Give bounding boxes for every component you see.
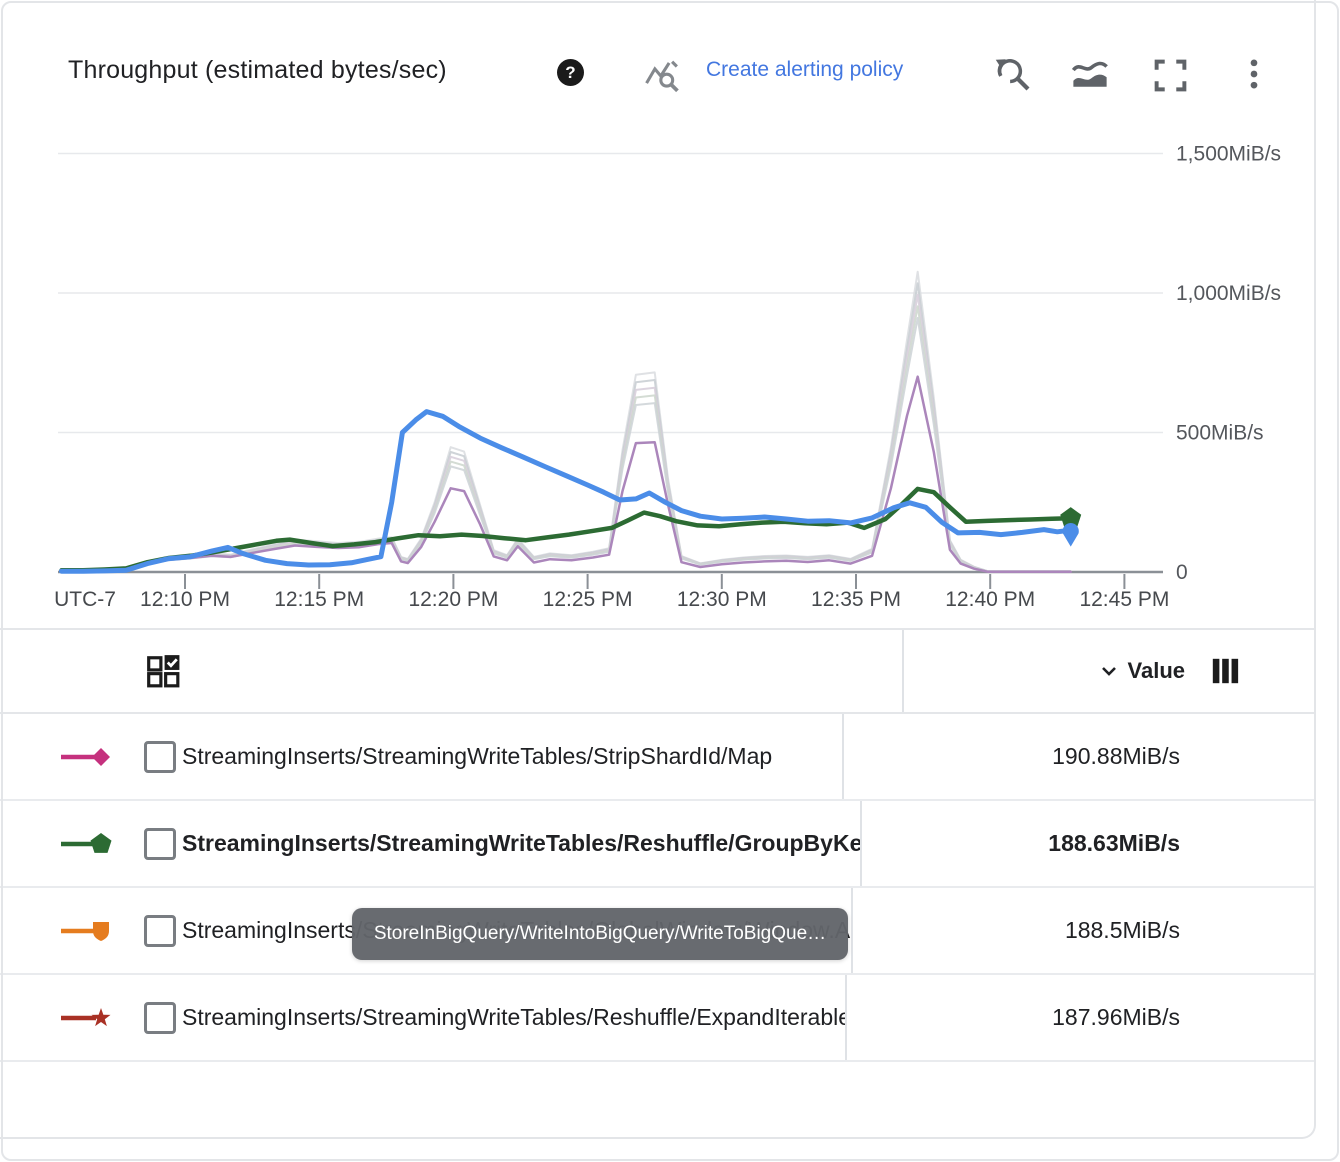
legend-row-value: 190.88MiB/s	[844, 714, 1316, 799]
value-column-header[interactable]: Value	[904, 630, 1316, 712]
legend-row-label: StreamingInserts/StreamingWriteTables/St…	[182, 743, 772, 770]
legend-row-value: 188.5MiB/s	[853, 888, 1316, 973]
x-axis-label: 12:40 PM	[945, 588, 1035, 611]
shield-series-marker	[60, 915, 114, 947]
legend-row[interactable]: StreamingInserts/StreamingWriteTables/Re…	[0, 801, 1316, 888]
x-axis-label: 12:25 PM	[543, 588, 633, 611]
zoom-reset-icon[interactable]	[993, 54, 1033, 94]
legend-row-label: StreamingInserts/StreamingWriteTables/Re…	[182, 830, 862, 857]
legend-row[interactable]: StreamingInserts/StreamingWriteTables/Re…	[0, 975, 1316, 1062]
legend-row-value: 187.96MiB/s	[847, 975, 1316, 1060]
series-end-marker-pin-down	[1063, 523, 1079, 547]
more-options-icon[interactable]	[1236, 55, 1272, 93]
legend-row-checkbox[interactable]	[144, 741, 176, 773]
series-line-background[interactable]	[62, 306, 1071, 571]
area-chart-icon[interactable]	[1071, 57, 1109, 95]
throughput-card: 0 500MiB/s 1,000MiB/s 1,500MiB/s 12:10 PM 12:…	[0, 0, 1316, 1139]
page-title: Throughput (estimated bytes/sec)	[68, 56, 447, 85]
x-axis-label: 12:10 PM	[140, 588, 230, 611]
legend-table-header: Value	[0, 630, 1316, 714]
legend-row-label: StreamingInserts/StreamingWriteTables/Re…	[182, 1004, 847, 1031]
y-axis-label: 1,000MiB/s	[1176, 282, 1281, 305]
legend-row-value: 188.63MiB/s	[862, 801, 1316, 886]
x-axis-label: 12:45 PM	[1079, 588, 1169, 611]
page: 0 500MiB/s 1,000MiB/s 1,500MiB/s 12:10 PM 12:…	[0, 0, 1340, 1162]
sort-chevron-down-icon	[1097, 659, 1121, 683]
tooltip: StoreInBigQuery/WriteIntoBigQuery/WriteT…	[352, 908, 848, 960]
explore-chart-icon[interactable]	[643, 57, 681, 95]
timezone-label: UTC-7	[54, 588, 116, 611]
legend-row[interactable]: StreamingInserts/StreamingWriteTables/St…	[0, 714, 1316, 801]
y-axis-label: 500MiB/s	[1176, 422, 1264, 445]
diamond-series-marker	[60, 741, 114, 773]
columns-icon[interactable]	[1210, 656, 1240, 686]
select-all-icon[interactable]	[145, 653, 181, 689]
x-axis-label: 12:15 PM	[274, 588, 364, 611]
legend-row-checkbox[interactable]	[144, 915, 176, 947]
legend-row-checkbox[interactable]	[144, 828, 176, 860]
create-alerting-policy-link[interactable]: Create alerting policy	[706, 58, 903, 82]
x-axis-label: 12:35 PM	[811, 588, 901, 611]
help-icon[interactable]: ?	[557, 59, 584, 86]
legend-table: Value StreamingInserts/StreamingWriteTab…	[0, 628, 1316, 1062]
y-axis-label: 0	[1176, 561, 1188, 584]
legend-row-checkbox[interactable]	[144, 1002, 176, 1034]
star-series-marker	[60, 1002, 114, 1034]
value-column-label: Value	[1128, 658, 1185, 684]
y-axis-label: 1,500MiB/s	[1176, 143, 1281, 166]
fullscreen-icon[interactable]	[1152, 57, 1189, 94]
x-axis-label: 12:20 PM	[408, 588, 498, 611]
pentagon-series-marker	[60, 828, 114, 860]
x-axis-label: 12:30 PM	[677, 588, 767, 611]
